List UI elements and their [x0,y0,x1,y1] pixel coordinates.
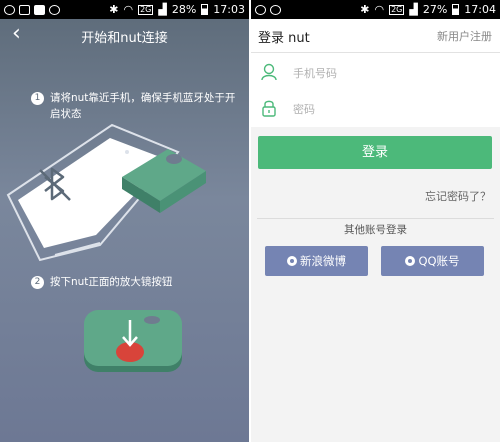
login-header: 登录 nut 新用户注册 [251,19,500,53]
call-icon [255,4,266,15]
clock: 17:03 [213,3,245,16]
other-accounts-label: 其他账号登录 [344,224,407,236]
phone-input[interactable] [291,59,485,87]
connect-header: ‹ 开始和nut连接 [0,19,249,52]
step-2-text: 按下nut正面的放大镜按钮 [50,276,173,288]
status-bar: ✱ ◠ 2G ▟ 27% 17:04 [251,0,500,19]
page-title: 登录 nut [258,31,310,46]
password-field [251,89,500,127]
minus-circle-icon [49,4,60,15]
login-button[interactable]: 登录 [258,136,492,169]
bluetooth-icon: ✱ [360,3,370,16]
user-icon [261,63,277,81]
qq-login-button[interactable]: QQ账号 [381,246,484,276]
minus-circle-icon [270,4,281,15]
battery-percent: 27% [422,3,448,16]
login-screen: ✱ ◠ 2G ▟ 27% 17:04 登录 nut 新用户注册 登录 忘记密码了… [251,0,500,442]
weibo-label: 新浪微博 [300,254,346,268]
lock-icon [262,100,276,117]
register-link[interactable]: 新用户注册 [437,28,492,44]
password-input[interactable] [291,95,485,123]
forgot-password-link[interactable]: 忘记密码了？ [425,188,491,204]
clock: 17:04 [464,3,496,16]
battery-icon [452,4,460,15]
weibo-icon [287,256,297,266]
image-icon [19,4,30,15]
step-number: 2 [31,276,44,289]
step-1-text-line2: 启状态 [50,108,82,120]
network-type-label: 2G [389,4,405,15]
nut-button-illustration [84,310,182,372]
phone-edge [54,242,101,256]
step-1: 1 请将nut靠近手机，确保手机蓝牙处于开 启状态 [31,90,245,122]
search-notification-icon [34,4,45,15]
wifi-icon: ◠ [374,3,385,16]
signal-icon: ▟ [158,3,167,16]
qq-label: QQ账号 [418,254,460,268]
phone-field [251,53,500,91]
battery-icon [201,4,209,15]
bluetooth-icon: ✱ [109,3,119,16]
signal-icon: ▟ [409,3,418,16]
wifi-icon: ◠ [123,3,134,16]
battery-percent: 28% [171,3,197,16]
nut-keyring-hole [166,154,182,164]
step-1-text-line1: 请将nut靠近手机，确保手机蓝牙处于开 [50,92,236,104]
step-number: 1 [31,92,44,105]
page-title: 开始和nut连接 [81,31,168,46]
other-accounts-divider [257,218,494,219]
connect-screen: ✱ ◠ 2G ▟ 28% 17:03 ‹ 开始和nut连接 1 请将nut靠近手机… [0,0,249,442]
status-bar: ✱ ◠ 2G ▟ 28% 17:03 [0,0,249,19]
nut-keyring-hole [144,316,160,324]
network-type-label: 2G [138,4,154,15]
call-icon [4,4,15,15]
step-2: 2 按下nut正面的放大镜按钮 [31,274,245,290]
weibo-login-button[interactable]: 新浪微博 [265,246,368,276]
qq-icon [405,256,416,266]
nut-tracker-illustration [122,149,206,213]
